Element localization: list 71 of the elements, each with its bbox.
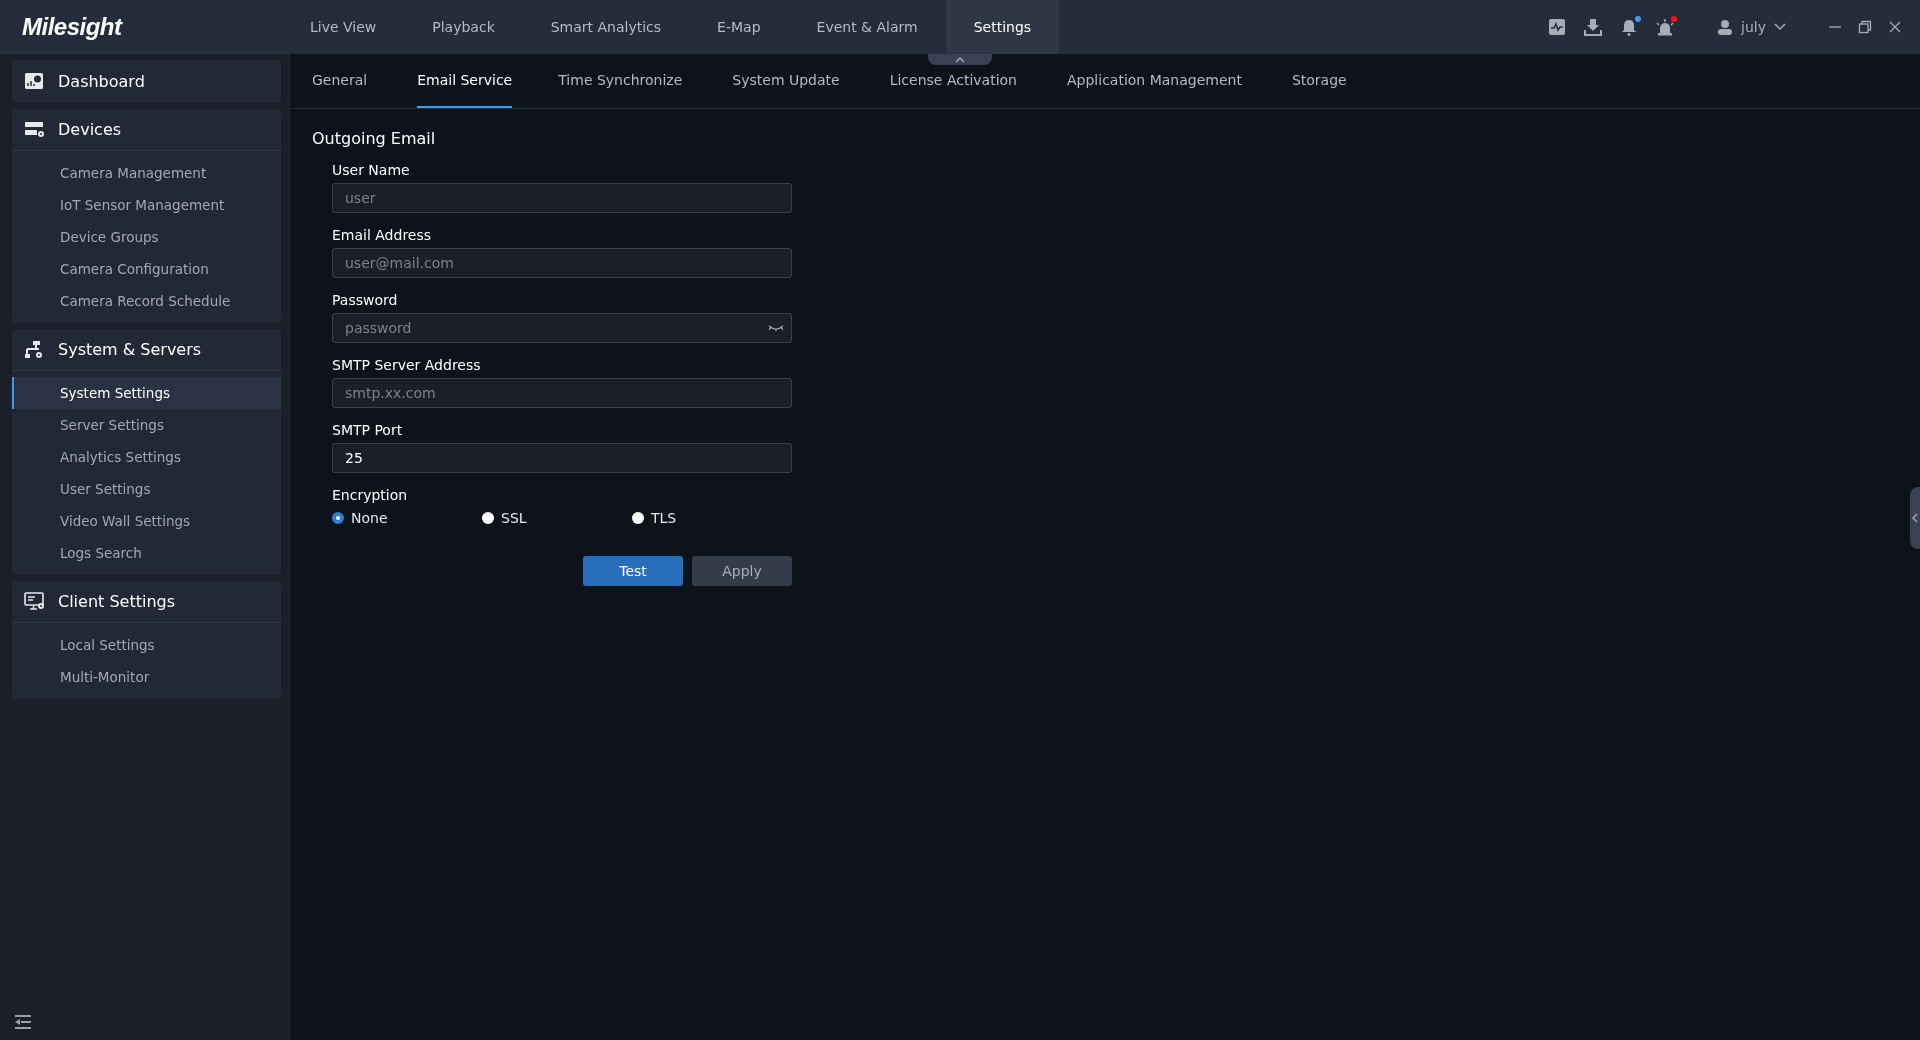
sidebar-item[interactable]: Camera Configuration	[12, 253, 281, 285]
sidebar-section-header[interactable]: Devices	[12, 109, 281, 151]
input-field[interactable]: 25	[332, 443, 792, 473]
sidebar-item[interactable]: Camera Record Schedule	[12, 285, 281, 317]
server-gear-icon	[24, 120, 44, 139]
tab[interactable]: License Activation	[889, 54, 1035, 108]
radio-label: SSL	[501, 510, 527, 526]
sidebar-section-header[interactable]: Client Settings	[12, 581, 281, 623]
restore-icon[interactable]	[1858, 20, 1872, 34]
test-button[interactable]: Test	[583, 556, 683, 586]
tab[interactable]: Storage	[1291, 54, 1365, 108]
field-label: Encryption	[332, 487, 409, 503]
alarm-light-icon	[1656, 18, 1675, 36]
input-field[interactable]: smtp.xx.com	[332, 378, 792, 408]
tab[interactable]: General	[312, 54, 386, 108]
nav-tab[interactable]: E-Map	[689, 0, 789, 54]
sidebar-item[interactable]: Device Groups	[12, 221, 281, 253]
bell-icon	[1620, 18, 1639, 36]
field-label: SMTP Server Address	[332, 357, 482, 373]
nav-tab[interactable]: Settings	[945, 0, 1060, 54]
sidebar-section-header[interactable]: System & Servers	[12, 329, 281, 371]
monitor-gear-icon	[24, 592, 44, 611]
nav-tab[interactable]: Playback	[404, 0, 523, 54]
collapse-handle[interactable]	[928, 54, 992, 65]
sidebar-item[interactable]: Logs Search	[12, 537, 281, 569]
sidebar-item[interactable]: Multi-Monitor	[12, 661, 281, 693]
radio-button[interactable]	[482, 512, 494, 524]
field-label: Password	[332, 292, 399, 308]
tab[interactable]: System Update	[732, 54, 858, 108]
sidebar-section-header[interactable]: Dashboard	[12, 60, 281, 103]
close-icon[interactable]	[1888, 20, 1902, 34]
activity-monitor-icon	[1548, 18, 1567, 36]
field-label: SMTP Port	[332, 422, 404, 438]
tab[interactable]: Time Synchronize	[558, 54, 701, 108]
download-icon	[1584, 18, 1603, 36]
tab[interactable]: Email Service	[417, 54, 513, 108]
radio-button[interactable]	[332, 512, 344, 524]
network-gear-icon	[24, 340, 44, 359]
chart-icon	[24, 72, 44, 91]
field-label: Email Address	[332, 227, 433, 243]
chevron-up-icon	[955, 56, 965, 63]
input-field[interactable]: user@mail.com	[332, 248, 792, 278]
sidebar-item[interactable]: Video Wall Settings	[12, 505, 281, 537]
radio-label: None	[351, 510, 388, 526]
sidebar-item[interactable]: Camera Management	[12, 157, 281, 189]
nav-tab[interactable]: Event & Alarm	[788, 0, 946, 54]
eye-closed-icon[interactable]	[768, 324, 784, 332]
chevron-left-icon	[1912, 513, 1918, 523]
user-menu[interactable]: july	[1717, 19, 1786, 35]
apply-button[interactable]: Apply	[692, 556, 792, 586]
radio-button[interactable]	[632, 512, 644, 524]
sidebar-item[interactable]: User Settings	[12, 473, 281, 505]
radio-label: TLS	[651, 510, 677, 526]
field-label: User Name	[332, 162, 411, 178]
sidebar-item[interactable]: Local Settings	[12, 629, 281, 661]
nav-tab[interactable]: Live View	[282, 0, 405, 54]
tab[interactable]: Application Management	[1067, 54, 1260, 108]
side-panel-handle[interactable]	[1910, 487, 1920, 549]
sidebar-item[interactable]: IoT Sensor Management	[12, 189, 281, 221]
chevron-down-icon	[1774, 23, 1786, 31]
user-name: july	[1741, 19, 1766, 35]
sidebar-item[interactable]: Server Settings	[12, 409, 281, 441]
sidebar-item[interactable]: System Settings	[12, 377, 281, 409]
nav-tab[interactable]: Smart Analytics	[522, 0, 690, 54]
user-icon	[1717, 19, 1734, 35]
input-field[interactable]: password	[332, 313, 792, 343]
section-title: Outgoing Email	[312, 129, 437, 148]
collapse-menu-icon[interactable]	[14, 1014, 32, 1030]
sidebar-item[interactable]: Analytics Settings	[12, 441, 281, 473]
app-logo: Milesight	[21, 12, 124, 42]
input-field[interactable]: user	[332, 183, 792, 213]
